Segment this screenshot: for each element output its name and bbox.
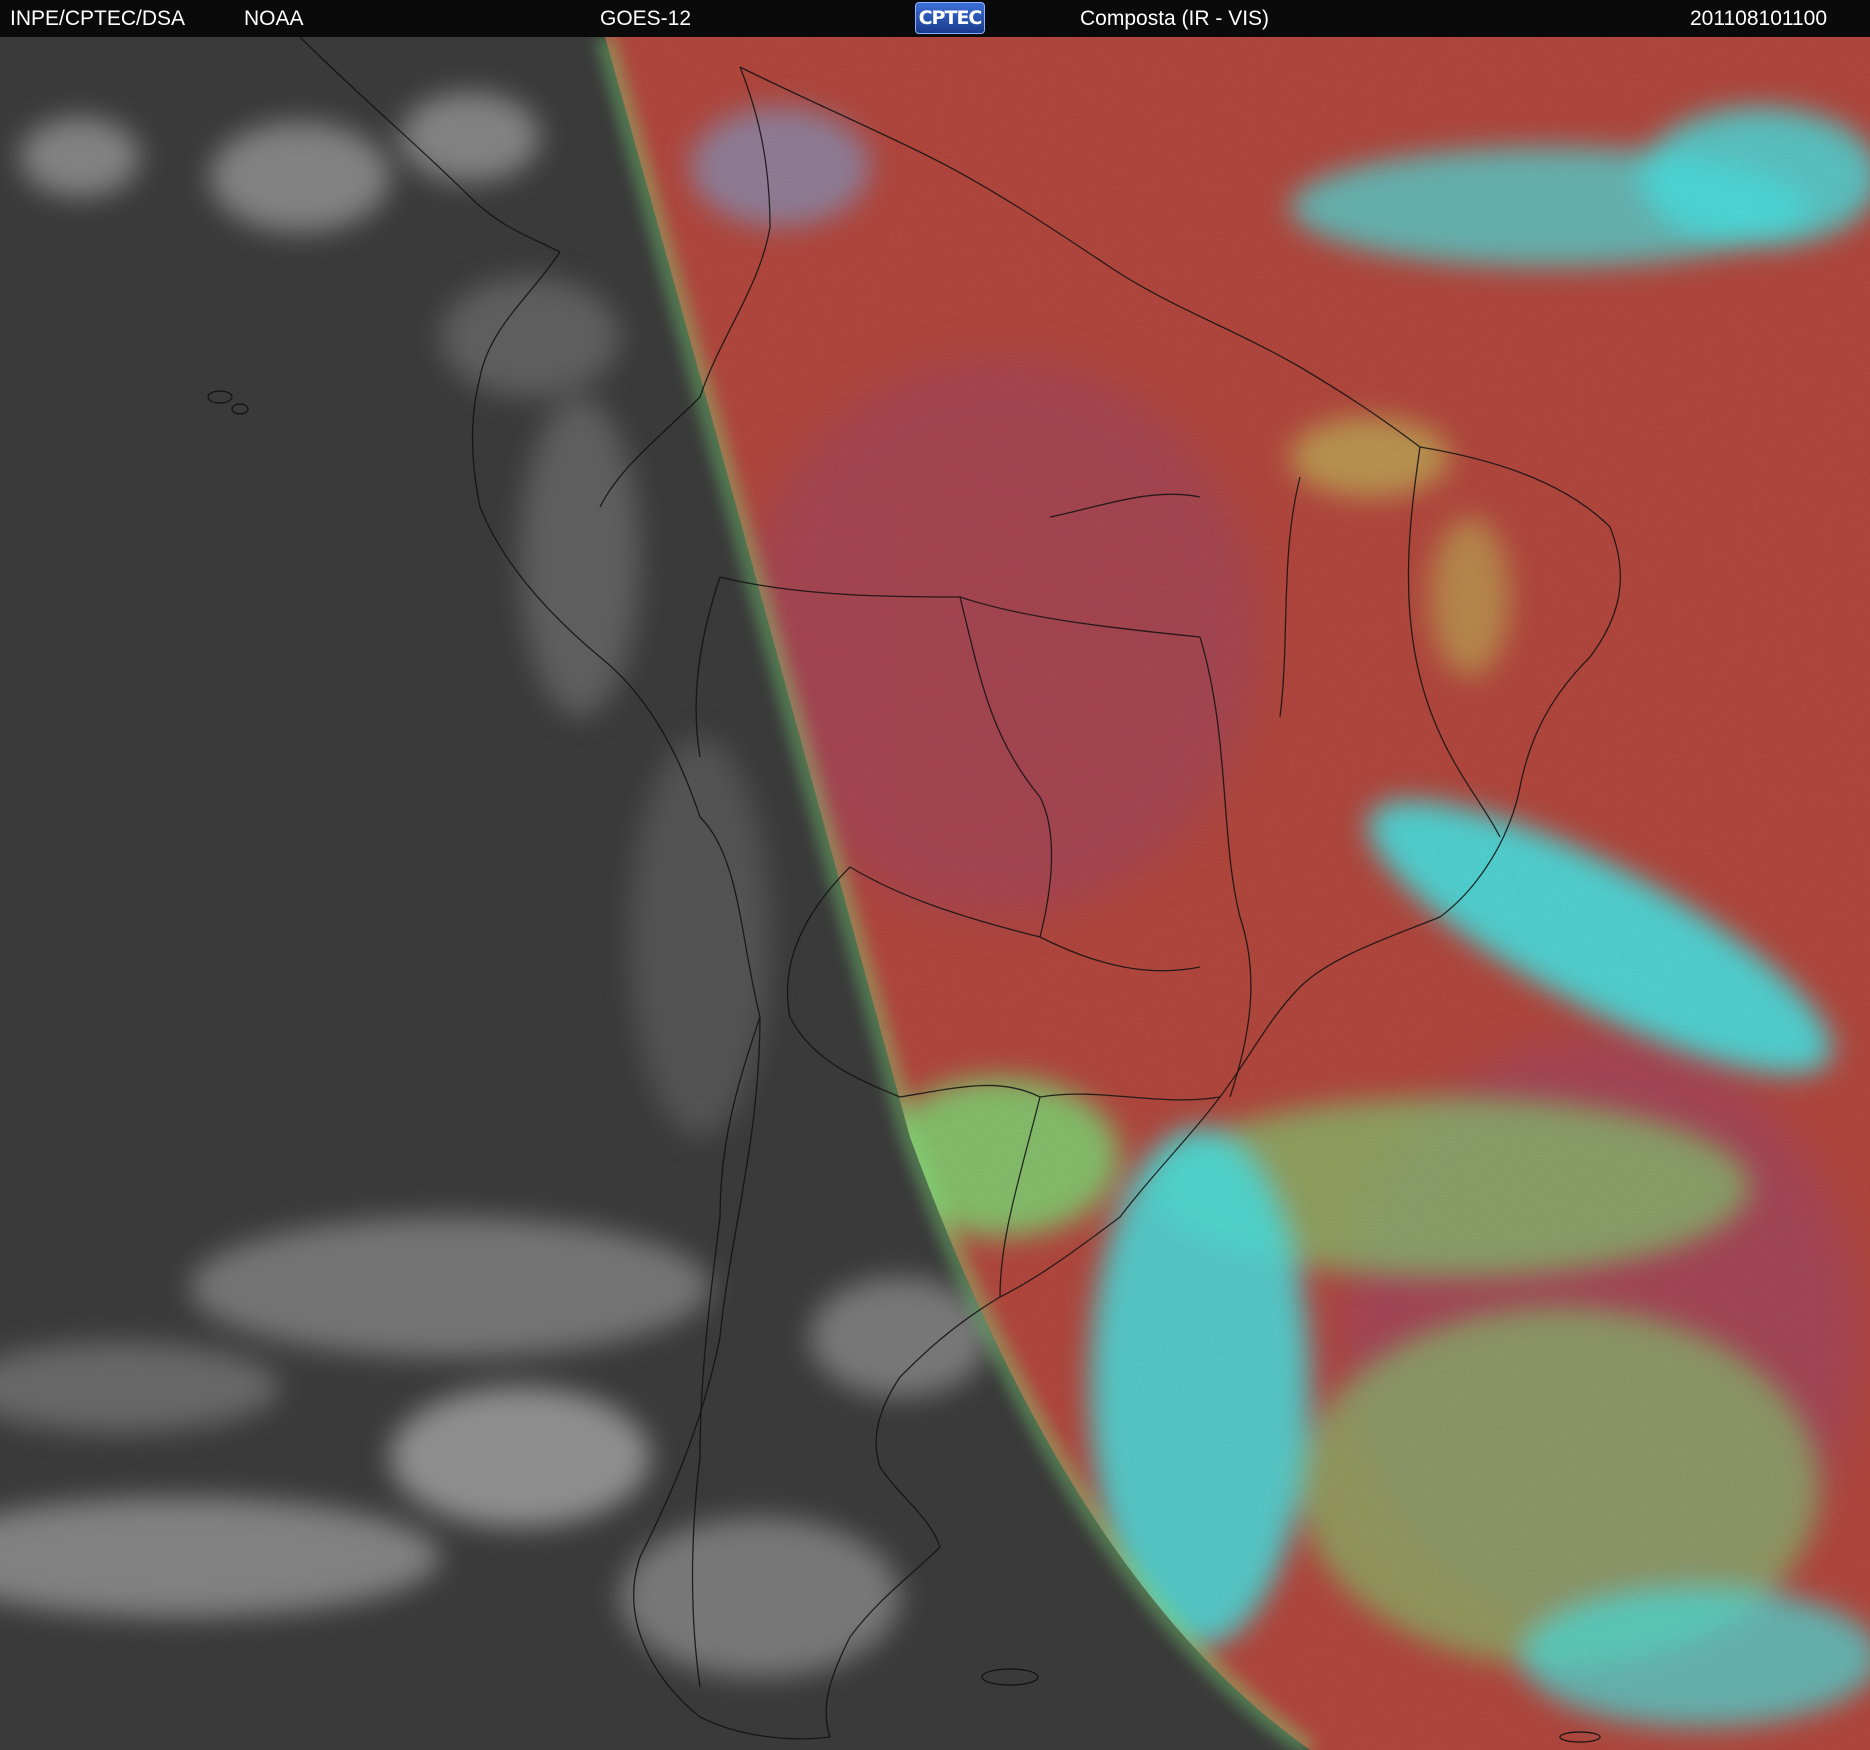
cptec-logo: CPTEC xyxy=(915,2,985,34)
satellite-label: GOES-12 xyxy=(600,7,692,30)
product-label: Composta (IR - VIS) xyxy=(1080,7,1270,30)
source-label: INPE/CPTEC/DSA xyxy=(10,7,186,30)
agency-label: NOAA xyxy=(244,7,304,30)
logo-text: CPTEC xyxy=(918,7,983,29)
timestamp-label: 201108101100 xyxy=(1690,7,1828,30)
image-header: INPE/CPTEC/DSA NOAA GOES-12 CPTEC Compos… xyxy=(0,0,1870,37)
satellite-map xyxy=(0,37,1870,1750)
